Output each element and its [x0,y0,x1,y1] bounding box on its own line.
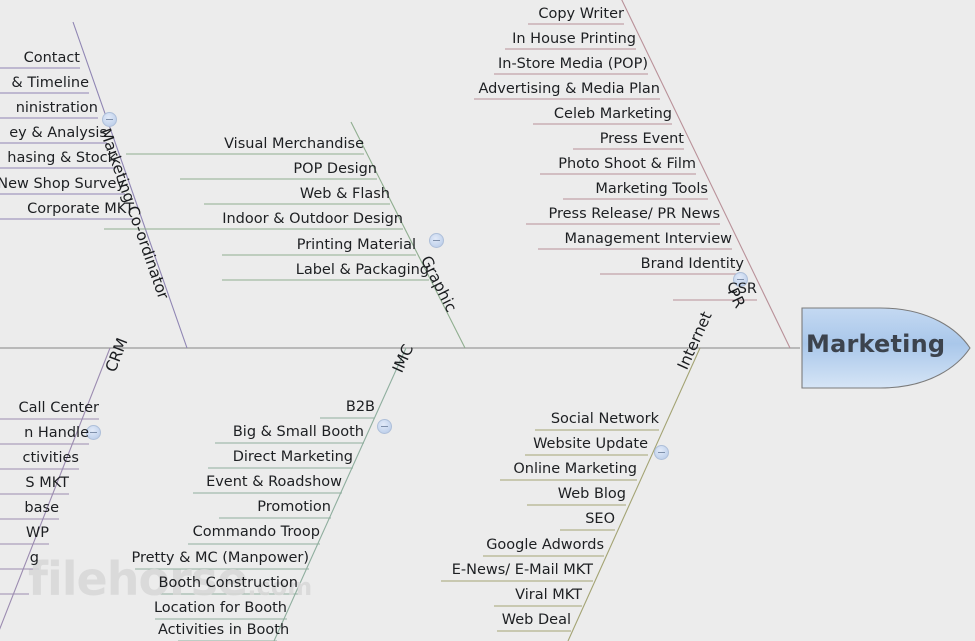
leaf-label[interactable]: Location for Booth [135,601,287,616]
leaf-label[interactable]: Web Blog [506,487,626,502]
head-node-label: Marketing [806,330,946,358]
leaf-label[interactable]: ctivities [0,451,80,466]
leaf-label[interactable]: Contact [0,51,80,66]
leaf-label[interactable]: hasing & Stock [0,151,116,166]
leaf-label[interactable]: CSR [589,282,757,297]
leaf-label[interactable]: Google Adwords [424,538,604,553]
collapse-toggle-graphic[interactable] [429,233,444,248]
leaf-label[interactable]: Activities in Booth [158,623,289,638]
leaf-label[interactable]: SEO [545,512,615,527]
leaf-label[interactable]: & Timeline [0,76,89,91]
leaf-label[interactable]: E-News/ E-Mail MKT [393,563,593,578]
leaf-label[interactable]: n Handle [0,426,89,441]
leaf-label[interactable]: POP Design [197,162,377,177]
leaf-label[interactable]: Call Center [0,401,99,416]
leaf-label[interactable]: Event & Roadshow [172,475,342,490]
leaf-label[interactable]: New Shop Survey [0,177,125,192]
leaf-label[interactable]: Web Deal [481,613,571,628]
leaf-label[interactable]: Direct Marketing [188,450,353,465]
branch-rib-graphic [104,121,466,349]
leaf-label[interactable]: Press Event [489,132,684,147]
leaf-label[interactable]: Advertising & Media Plan [390,82,660,97]
leaf-label[interactable]: ey & Analysis [0,126,107,141]
leaf-label[interactable]: S MKT [0,476,69,491]
leaf-label[interactable]: ninistration [0,101,98,116]
leaf-label[interactable]: Big & Small Booth [194,425,364,440]
leaf-label[interactable]: Press Release/ PR News [442,207,720,222]
collapse-toggle-imc[interactable] [377,419,392,434]
leaf-label[interactable]: Promotion [199,500,331,515]
leaf-label[interactable]: Visual Merchandise [144,137,364,152]
leaf-label[interactable]: Online Marketing [457,462,637,477]
leaf-label[interactable]: Brand Identity [516,257,744,272]
collapse-toggle-internet[interactable] [654,445,669,460]
leaf-label[interactable]: B2B [255,400,375,415]
leaf-label[interactable]: Copy Writer [444,7,624,22]
leaf-label[interactable]: Celeb Marketing [449,107,672,122]
leaf-label[interactable]: Marketing Tools [479,182,708,197]
leaf-label[interactable]: WP [0,526,49,541]
leaf-label[interactable]: Social Network [479,412,659,427]
leaf-label[interactable]: Viral MKT [482,588,582,603]
leaf-label[interactable]: Management Interview [454,232,732,247]
leaf-label[interactable]: Photo Shoot & Film [456,157,696,172]
leaf-label[interactable]: Booth Construction [140,576,299,591]
leaf-label[interactable]: Printing Material [238,238,416,253]
leaf-label[interactable]: Commando Troop [168,525,320,540]
leaf-label[interactable]: Pretty & MC (Manpower) [115,551,310,566]
leaf-label[interactable]: Web & Flash [220,187,390,202]
leaf-label[interactable]: Indoor & Outdoor Design [120,212,403,227]
leaf-label[interactable]: Label & Packaging [238,263,429,278]
leaf-label[interactable]: Website Update [468,437,648,452]
leaf-label[interactable]: Corporate MKT [0,202,134,217]
leaf-label[interactable]: base [0,501,59,516]
leaf-label[interactable]: g [0,551,39,566]
leaf-label[interactable]: In-Store Media (POP) [410,57,648,72]
leaf-label[interactable]: In House Printing [421,32,636,47]
fishbone-diagram-canvas: filehorse.com Marketing Marketing Co-ord… [0,0,975,641]
